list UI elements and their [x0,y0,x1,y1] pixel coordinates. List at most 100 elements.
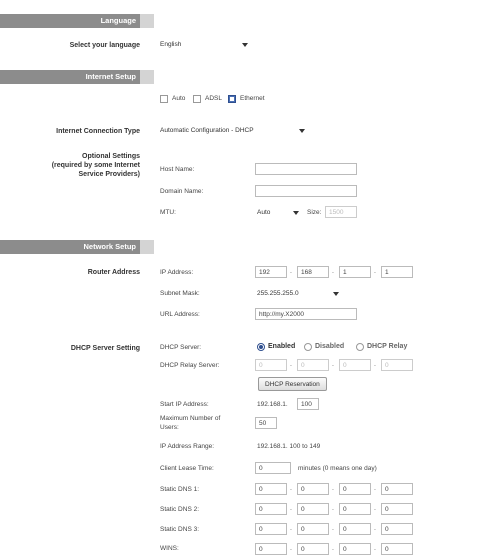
dhcp-disabled-label: Disabled [315,343,345,350]
mtu-select[interactable]: Auto [257,207,299,219]
start-ip-input[interactable]: 100 [297,398,319,410]
ip-dot: . [332,485,334,492]
static-dns3-label: Static DNS 3: [160,526,200,533]
relay-octet-2[interactable]: 0 [297,359,329,371]
lease-time-input[interactable]: 0 [255,462,291,474]
adsl-label: ADSL [205,95,222,102]
ip-octet-1[interactable]: 192 [255,266,287,278]
ip-dot: . [290,268,292,275]
wins-octet-1[interactable]: 0 [255,543,287,555]
subnet-mask-select[interactable]: 255.255.255.0 [257,288,339,300]
start-ip-label: Start IP Address: [160,401,209,408]
language-select[interactable]: English [160,39,248,51]
ip-dot: . [332,268,334,275]
ip-dot: . [374,545,376,552]
dns2-octet-2[interactable]: 0 [297,503,329,515]
host-name-input[interactable] [255,163,357,175]
dns3-octet-2[interactable]: 0 [297,523,329,535]
host-name-label: Host Name: [160,166,195,173]
wins-octet-2[interactable]: 0 [297,543,329,555]
lease-time-label: Client Lease Time: [160,465,214,472]
connection-type-value: Automatic Configuration - DHCP [160,127,254,134]
section-title: Network Setup [83,242,136,251]
max-users-input[interactable]: 50 [255,417,277,429]
max-users-label-2: Users: [160,424,179,431]
auto-label: Auto [172,95,186,102]
dhcp-relay-label: DHCP Relay [367,343,408,350]
ip-dot: . [290,505,292,512]
subnet-mask-value: 255.255.255.0 [257,290,299,297]
dns1-octet-4[interactable]: 0 [381,483,413,495]
dhcp-enabled-radio[interactable] [257,343,265,351]
ip-range-label: IP Address Range: [160,443,215,450]
ip-dot: . [374,361,376,368]
language-selected-value: English [160,41,182,48]
section-header-extension [140,240,154,254]
relay-octet-3[interactable]: 0 [339,359,371,371]
relay-octet-1[interactable]: 0 [255,359,287,371]
dns2-octet-4[interactable]: 0 [381,503,413,515]
connection-type-select[interactable]: Automatic Configuration - DHCP [160,125,305,137]
section-header-extension [140,14,154,28]
wins-octet-3[interactable]: 0 [339,543,371,555]
ip-range-value: 192.168.1. 100 to 149 [257,443,321,450]
dns1-octet-2[interactable]: 0 [297,483,329,495]
section-title: Internet Setup [85,72,136,81]
section-header-network: Network Setup [0,240,140,254]
chevron-down-icon [293,211,299,215]
wins-label: WINS: [160,545,179,552]
ip-dot: . [290,361,292,368]
auto-checkbox[interactable] [160,95,168,103]
ip-octet-3[interactable]: 1 [339,266,371,278]
section-header-extension [140,70,154,84]
dhcp-reservation-button[interactable]: DHCP Reservation [258,377,327,391]
section-header-internet: Internet Setup [0,70,140,84]
optional-settings-label-1: Optional Settings [82,153,140,160]
url-address-input[interactable]: http://my.X2000 [255,308,357,320]
dns1-octet-3[interactable]: 0 [339,483,371,495]
start-ip-prefix: 192.168.1. [257,401,288,408]
connection-type-label: Internet Connection Type [56,128,140,135]
domain-name-input[interactable] [255,185,357,197]
dhcp-relay-radio[interactable] [356,343,364,351]
ip-octet-4[interactable]: 1 [381,266,413,278]
max-users-label-1: Maximum Number of [160,415,221,422]
chevron-down-icon [299,129,305,133]
section-header-language: Language [0,14,140,28]
ip-dot: . [374,525,376,532]
ip-dot: . [290,545,292,552]
dns2-octet-3[interactable]: 0 [339,503,371,515]
dns3-octet-3[interactable]: 0 [339,523,371,535]
chevron-down-icon [333,292,339,296]
optional-settings-label-3: Service Providers) [78,171,140,178]
size-label: Size: [307,209,322,216]
dhcp-disabled-radio[interactable] [304,343,312,351]
ip-address-label: IP Address: [160,269,194,276]
ip-octet-2[interactable]: 168 [297,266,329,278]
dns1-octet-1[interactable]: 0 [255,483,287,495]
wins-octet-4[interactable]: 0 [381,543,413,555]
ip-dot: . [290,525,292,532]
ip-dot: . [332,545,334,552]
url-address-label: URL Address: [160,311,200,318]
ip-dot: . [374,485,376,492]
ip-dot: . [332,361,334,368]
ip-dot: . [374,268,376,275]
ip-dot: . [332,505,334,512]
mtu-label: MTU: [160,209,176,216]
ip-dot: . [290,485,292,492]
adsl-checkbox[interactable] [193,95,201,103]
mtu-size-input[interactable]: 1500 [325,206,357,218]
ethernet-label: Ethernet [240,95,265,102]
dns2-octet-1[interactable]: 0 [255,503,287,515]
ethernet-checkbox[interactable] [228,95,236,103]
static-dns2-label: Static DNS 2: [160,506,200,513]
dns3-octet-1[interactable]: 0 [255,523,287,535]
dhcp-relay-server-label: DHCP Relay Server: [160,362,220,369]
chevron-down-icon [242,43,248,47]
router-address-label: Router Address [87,269,140,276]
dhcp-server-label: DHCP Server: [160,344,202,351]
relay-octet-4[interactable]: 0 [381,359,413,371]
dns3-octet-4[interactable]: 0 [381,523,413,535]
ip-dot: . [332,525,334,532]
